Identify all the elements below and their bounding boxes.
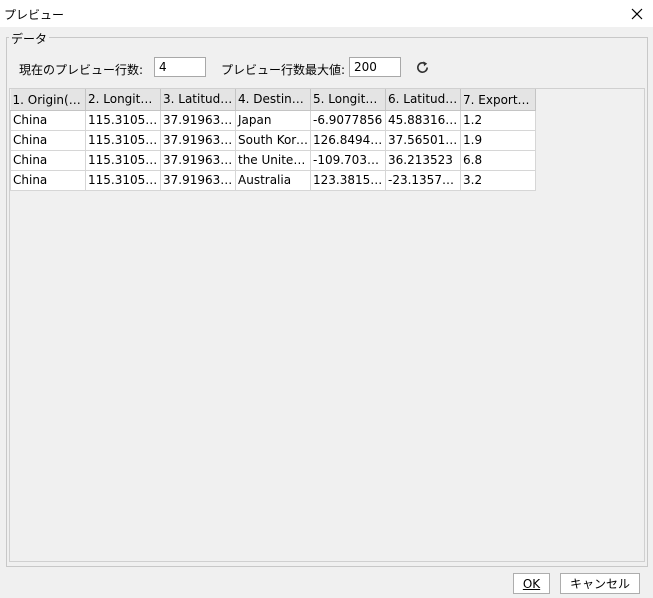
table-cell[interactable]: 115.310547 <box>85 149 161 171</box>
preview-options: 現在のプレビュー行数: プレビュー行数最大値: <box>19 57 639 79</box>
table-cell[interactable]: Australia <box>235 169 311 191</box>
table-cell[interactable]: the United ... <box>235 149 311 171</box>
table-header-row: 1. Origin(文... 2. Longitud... 3. Latitud… <box>10 89 536 111</box>
group-legend: データ <box>9 30 50 47</box>
title-bar: プレビュー <box>0 0 653 27</box>
table-cell[interactable]: 115.310547 <box>85 129 161 151</box>
max-rows-label: プレビュー行数最大値: <box>221 63 346 77</box>
column-header[interactable]: 5. Longitud... <box>310 89 386 111</box>
max-rows-input[interactable] <box>349 57 401 77</box>
table-cell[interactable]: -6.9077856 <box>310 109 386 131</box>
table-cell[interactable]: Japan <box>235 109 311 131</box>
refresh-icon <box>416 60 428 73</box>
preview-table: 1. Origin(文... 2. Longitud... 3. Latitud… <box>10 89 536 191</box>
table-cell[interactable]: China <box>10 149 86 171</box>
column-header[interactable]: 7. Export(文... <box>460 89 536 111</box>
table-cell[interactable]: 115.310547 <box>85 109 161 131</box>
data-groupbox: データ 現在のプレビュー行数: プレビュー行数最大値: 1. Origin(文.… <box>6 30 648 567</box>
ok-button-label: OK <box>522 576 541 591</box>
table-cell[interactable]: 37.9196356 <box>160 169 236 191</box>
table-row: China 115.310547 37.9196356 Japan -6.907… <box>10 109 536 131</box>
table-cell[interactable]: China <box>10 109 86 131</box>
column-header[interactable]: 4. Destinati... <box>235 89 311 111</box>
table-cell[interactable]: 3.2 <box>460 169 536 191</box>
table-cell[interactable]: 123.38154... <box>310 169 386 191</box>
window-title: プレビュー <box>4 8 65 22</box>
table-cell[interactable]: -109.70354... <box>310 149 386 171</box>
column-header[interactable]: 1. Origin(文... <box>10 89 86 111</box>
column-header[interactable]: 6. Latitude_... <box>385 89 461 111</box>
preview-table-area: 1. Origin(文... 2. Longitud... 3. Latitud… <box>9 88 645 562</box>
current-rows-input[interactable] <box>154 57 206 77</box>
close-button[interactable] <box>621 0 653 27</box>
table-cell[interactable]: 36.213523 <box>385 149 461 171</box>
dialog-content: データ 現在のプレビュー行数: プレビュー行数最大値: 1. Origin(文.… <box>0 27 653 598</box>
table-cell[interactable]: South Korea <box>235 129 311 151</box>
cancel-button-label: キャンセル <box>569 577 630 591</box>
column-header[interactable]: 3. Latitude_... <box>160 89 236 111</box>
table-cell[interactable]: 115.310547 <box>85 169 161 191</box>
table-cell[interactable]: China <box>10 169 86 191</box>
refresh-button[interactable] <box>412 57 432 77</box>
table-cell[interactable]: 6.8 <box>460 149 536 171</box>
table-row: China 115.310547 37.9196356 South Korea … <box>10 129 536 151</box>
table-cell[interactable]: 126.84946... <box>310 129 386 151</box>
table-row: China 115.310547 37.9196356 Australia 12… <box>10 169 536 191</box>
table-cell[interactable]: -23.1357349 <box>385 169 461 191</box>
table-cell[interactable]: 1.9 <box>460 129 536 151</box>
table-row: China 115.310547 37.9196356 the United .… <box>10 149 536 171</box>
column-header[interactable]: 2. Longitud... <box>85 89 161 111</box>
table-cell[interactable]: 45.8831684 <box>385 109 461 131</box>
ok-button[interactable]: OK <box>513 573 550 594</box>
table-cell[interactable]: 37.9196356 <box>160 129 236 151</box>
cancel-button[interactable]: キャンセル <box>560 573 640 594</box>
table-cell[interactable]: China <box>10 129 86 151</box>
table-cell[interactable]: 37.9196356 <box>160 149 236 171</box>
table-cell[interactable]: 37.9196356 <box>160 109 236 131</box>
close-icon <box>631 8 643 19</box>
current-rows-label: 現在のプレビュー行数: <box>19 63 144 77</box>
table-cell[interactable]: 1.2 <box>460 109 536 131</box>
table-cell[interactable]: 37.5650172 <box>385 129 461 151</box>
